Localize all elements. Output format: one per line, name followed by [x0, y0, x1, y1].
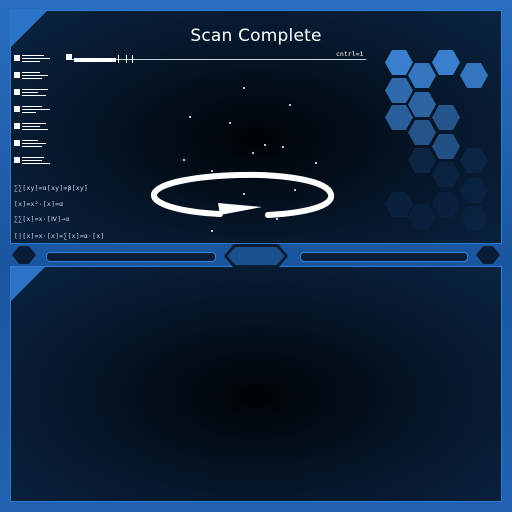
divider-hex-badge [224, 244, 288, 268]
divider-bar-right [300, 252, 468, 262]
star [282, 146, 284, 148]
readout-row [14, 71, 54, 88]
slider-tick [126, 55, 127, 63]
scan-status-title: Scan Complete [190, 26, 322, 46]
formula-line: ∑∑[x]=x·[Ⅳ]→α [14, 215, 70, 223]
readout-row [14, 54, 54, 71]
readout-row [14, 122, 54, 139]
star [289, 104, 291, 106]
slider-tick [118, 55, 119, 63]
readout-row [14, 105, 54, 122]
readout-row [14, 139, 54, 156]
panel-corner-icon [11, 267, 45, 301]
star [211, 230, 213, 232]
formula-line: ∑∑[xy]=α[xy]=β[xy] [14, 184, 89, 192]
star [243, 87, 245, 89]
readout-row [14, 88, 54, 105]
star [183, 159, 185, 161]
readout-row [14, 156, 54, 173]
divider-bar-left [46, 252, 216, 262]
formula-line: [x]=x²·[x]=α [14, 200, 64, 208]
scan-slider-fill [74, 58, 116, 62]
formula-line: [|[x]=x·[x]=∑[x]=α·[x] [14, 232, 105, 240]
star [252, 152, 254, 154]
scan-slider-handle [66, 54, 72, 60]
star [315, 162, 317, 164]
slider-label: cntrl=1 [336, 50, 364, 58]
data-readout-list [14, 54, 54, 173]
star [229, 122, 231, 124]
lower-display-panel [10, 266, 502, 502]
slider-tick [132, 55, 133, 63]
circular-arrow-icon [151, 171, 335, 218]
star [189, 116, 191, 118]
star [264, 144, 266, 146]
